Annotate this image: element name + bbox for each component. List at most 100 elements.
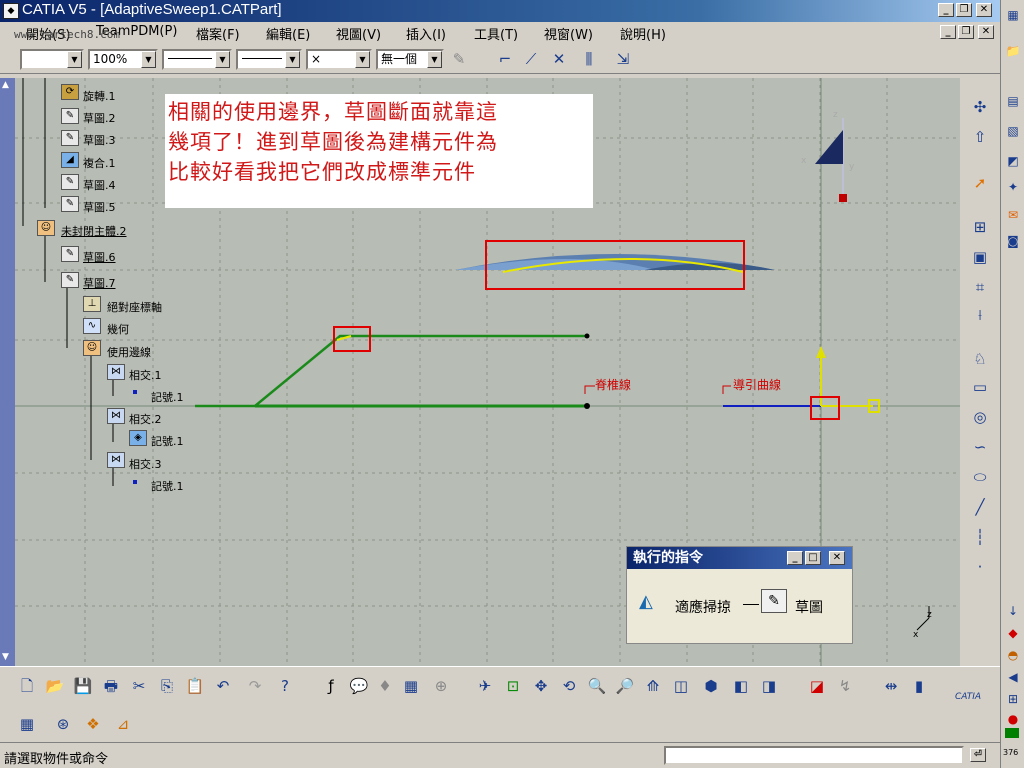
exit-workbench-icon[interactable]: ⇧ — [969, 126, 991, 148]
knowledge-icon[interactable]: ✦ — [1002, 176, 1024, 198]
save-icon[interactable]: 💾 — [72, 675, 94, 697]
mark-icon[interactable]: ◈ — [129, 430, 147, 446]
line-thickness-combo[interactable]: ▼ — [162, 49, 232, 70]
tree-item[interactable]: 相交.1 — [129, 367, 162, 383]
fly-mode-icon[interactable]: ✈ — [474, 675, 496, 697]
tree-item[interactable]: 未封閉主體.2 — [61, 223, 127, 239]
table-icon[interactable]: ▦ — [400, 675, 422, 697]
3d-viewport[interactable]: z x y z x 脊椎線 導引曲線 相關的使用邊界，草圖斷面就靠這 幾項了！進… — [15, 78, 960, 666]
paste-icon[interactable]: 📋 — [184, 675, 206, 697]
tree-item[interactable]: 絕對座標軸 — [107, 299, 162, 315]
geometry-icon[interactable]: ∿ — [83, 318, 101, 334]
trim-icon[interactable]: ✕ — [548, 48, 570, 70]
grid-icon[interactable]: ▦ — [16, 713, 38, 735]
camera-icon[interactable]: ◙ — [1002, 230, 1024, 252]
circle-icon[interactable]: ◎ — [969, 406, 991, 428]
menu-window[interactable]: 視窗(W) — [544, 24, 593, 43]
constraint-icon[interactable]: ⊞ — [969, 216, 991, 238]
scroll-down-icon[interactable]: ▼ — [2, 652, 9, 662]
chamfer-icon[interactable]: ⟋ — [520, 48, 542, 70]
doc-close-button[interactable]: ✕ — [978, 25, 994, 39]
cube-icon[interactable]: ▦ — [1002, 4, 1024, 26]
minimize-button[interactable]: _ — [938, 3, 954, 17]
measure-icon[interactable]: ⇹ — [880, 675, 902, 697]
sketch-icon[interactable]: ✎ — [61, 108, 79, 124]
ellipse-icon[interactable]: ⬭ — [969, 466, 991, 488]
tree-item[interactable]: 草圖.6 — [83, 249, 116, 265]
use-edges-icon[interactable]: ☺ — [83, 340, 101, 356]
sketch-icon[interactable]: ✎ — [61, 174, 79, 190]
tree-item[interactable]: 草圖.2 — [83, 110, 116, 126]
mail-icon[interactable]: ✉ — [1002, 204, 1024, 226]
redo-icon[interactable]: ↷ — [244, 675, 266, 697]
sketch-wb-icon[interactable]: ✣ — [969, 96, 991, 118]
combine-icon[interactable]: ◢ — [61, 152, 79, 168]
geometric-constraint-icon[interactable]: ⊿ — [112, 713, 134, 735]
tree-item[interactable]: 記號.1 — [151, 433, 184, 449]
running-command-window[interactable]: 執行的指令 _ □ ✕ ◭ 適應掃掠 ✎ 草圖 — [626, 546, 853, 644]
constraint-box-icon[interactable]: ▣ — [969, 246, 991, 268]
normal-view-icon[interactable]: ⟰ — [642, 675, 664, 697]
intersect-icon[interactable]: ⋈ — [107, 364, 125, 380]
point-type-combo[interactable]: × ▼ — [306, 49, 372, 70]
tree-item[interactable]: 使用邊線 — [107, 344, 151, 360]
color-combo[interactable]: ▼ — [20, 49, 84, 70]
plugin-icon[interactable]: ◆ — [1002, 622, 1024, 644]
sketch-analysis-icon[interactable]: ↯ — [834, 675, 856, 697]
tree-item[interactable]: 記號.1 — [151, 389, 184, 405]
chevron-down-icon[interactable]: ▼ — [215, 51, 230, 68]
spline-icon[interactable]: ∽ — [969, 436, 991, 458]
tree-item[interactable]: 複合.1 — [83, 155, 116, 171]
formula-icon[interactable]: ƒ — [320, 675, 342, 697]
line-icon[interactable]: ╱ — [969, 496, 991, 518]
hide-show-icon[interactable]: ◧ — [730, 675, 752, 697]
tree-item[interactable]: 草圖.4 — [83, 177, 116, 193]
cmd-close-button[interactable]: ✕ — [829, 551, 845, 565]
intersect-icon[interactable]: ⋈ — [107, 408, 125, 424]
restore-button[interactable]: ❐ — [956, 3, 972, 17]
intersect-icon[interactable]: ⋈ — [107, 452, 125, 468]
mirror-icon[interactable]: ⫼ — [578, 48, 600, 70]
menu-insert[interactable]: 插入(I) — [406, 24, 446, 43]
speaker-icon[interactable]: ◀ — [1002, 666, 1024, 688]
command-history-button[interactable]: ⏎ — [970, 748, 986, 762]
chevron-down-icon[interactable]: ▼ — [427, 51, 442, 68]
sketch-icon[interactable]: ✎ — [61, 196, 79, 212]
tree-item[interactable]: 草圖.7 — [83, 275, 116, 291]
chevron-down-icon[interactable]: ▼ — [355, 51, 370, 68]
tree-item[interactable]: 草圖.5 — [83, 199, 116, 215]
cut-icon[interactable]: ✂ — [128, 675, 150, 697]
profile-icon[interactable]: ♘ — [969, 348, 991, 370]
menu-file[interactable]: 檔案(F) — [196, 24, 240, 43]
tree-item[interactable]: 相交.3 — [129, 456, 162, 472]
zoom-in-icon[interactable]: 🔍 — [586, 675, 608, 697]
menu-help[interactable]: 說明(H) — [620, 24, 666, 43]
tree-item[interactable]: 幾何 — [107, 321, 129, 337]
catalog-icon[interactable]: ▤ — [1002, 90, 1024, 112]
rotate-icon[interactable]: ⟳ — [61, 84, 79, 100]
tree-expand-icon[interactable]: ⊕ — [430, 675, 452, 697]
swap-space-icon[interactable]: ◨ — [758, 675, 780, 697]
down-arrow-icon[interactable]: ↓ — [1002, 600, 1024, 622]
copy-icon[interactable]: ⎘ — [156, 675, 178, 697]
menu-tools[interactable]: 工具(T) — [474, 24, 518, 43]
select-arrow-icon[interactable]: ➚ — [969, 172, 991, 194]
sketch-icon[interactable]: ✎ — [61, 272, 79, 288]
sketch-icon[interactable]: ✎ — [61, 130, 79, 146]
axis-icon[interactable]: ⊥ — [83, 296, 101, 312]
auto-constraint-icon[interactable]: ⌗ — [969, 276, 991, 298]
sketch-icon[interactable]: ✎ — [61, 246, 79, 262]
project-3d-icon[interactable]: ⇲ — [612, 48, 634, 70]
command-input[interactable] — [664, 746, 964, 765]
shading-icon[interactable]: ⬢ — [700, 675, 722, 697]
construction-icon[interactable]: ❖ — [82, 713, 104, 735]
zoom-out-icon[interactable]: 🔎 — [614, 675, 636, 697]
pan-icon[interactable]: ✥ — [530, 675, 552, 697]
animate-constraint-icon[interactable]: ⟊ — [969, 304, 991, 326]
chevron-down-icon[interactable]: ▼ — [285, 51, 300, 68]
undo-icon[interactable]: ↶ — [212, 675, 234, 697]
inertia-icon[interactable]: ▮ — [908, 675, 930, 697]
doc-restore-button[interactable]: ❐ — [958, 25, 974, 39]
cmd-minimize-button[interactable]: _ — [787, 551, 803, 565]
snap-point-icon[interactable]: ⊛ — [52, 713, 74, 735]
